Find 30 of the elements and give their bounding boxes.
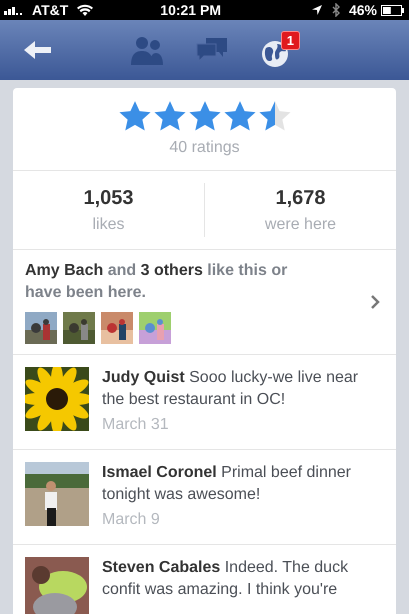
battery-icon bbox=[381, 4, 405, 16]
stat-value: 1,053 bbox=[83, 186, 134, 211]
star-icon bbox=[152, 100, 186, 132]
clock: 10:21 PM bbox=[159, 0, 222, 20]
star-icon bbox=[188, 100, 222, 132]
review-text: Steven Cabales Indeed. The duck confit was amazing. I think you're bbox=[102, 558, 350, 600]
review-text: Ismael Coronel Primal beef dinner tonight was awesome! bbox=[102, 463, 352, 505]
location-icon bbox=[310, 4, 323, 16]
bluetooth-icon bbox=[330, 3, 341, 17]
wifi-icon bbox=[76, 4, 94, 16]
stat-label: likes bbox=[92, 215, 124, 235]
stat-value: 1,678 bbox=[275, 186, 326, 211]
back-arrow-icon bbox=[24, 40, 52, 60]
star-icon bbox=[222, 100, 256, 132]
review-date: March 9 bbox=[102, 510, 161, 530]
people-icon bbox=[130, 35, 164, 65]
star-icon bbox=[258, 100, 292, 132]
battery-percent: 46% bbox=[348, 0, 377, 20]
review-text: Judy Quist Sooo lucky-we live near the best restaurant in OC! bbox=[102, 368, 360, 410]
chevron-icon bbox=[370, 294, 380, 310]
notification-badge: 1 bbox=[280, 31, 300, 50]
star-icon bbox=[118, 100, 152, 132]
notifications-tab[interactable]: 1 bbox=[260, 31, 300, 69]
stat-label: were here bbox=[264, 215, 336, 235]
ratings-count: 40 ratings bbox=[169, 138, 240, 158]
carrier-name: AT&T bbox=[32, 0, 68, 20]
friends-tab[interactable] bbox=[130, 35, 164, 65]
review-date: March 31 bbox=[102, 415, 170, 435]
friends-row[interactable]: Amy Bach and 3 others like this or have been here. bbox=[13, 250, 396, 355]
friends-summary: Amy Bach and 3 others like this or have been here. bbox=[25, 261, 288, 303]
